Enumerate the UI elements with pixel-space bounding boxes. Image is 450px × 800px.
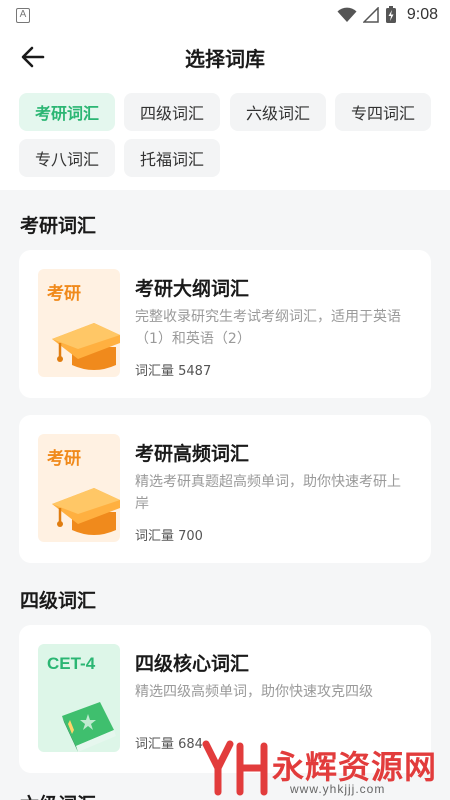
- book-description: 完整收录研究生考试考纲词汇，适用于英语（1）和英语（2）: [135, 309, 401, 347]
- book-title: 考研大纲词汇: [135, 278, 250, 300]
- category-tags: 考研词汇 四级词汇 六级词汇 专四词汇 专八词汇 托福词汇: [0, 82, 450, 190]
- book-word-count: 词汇量 684: [135, 737, 203, 752]
- book-description: 精选考研真题超高频单词，助你快速考研上岸: [135, 474, 401, 512]
- book-word-count: 词汇量 700: [135, 529, 203, 544]
- cover-label: 考研: [47, 284, 81, 304]
- book-cover: 考研: [38, 269, 120, 377]
- book-cover: 考研: [38, 434, 120, 542]
- watermark-logo: [202, 740, 268, 796]
- status-time: 9:08: [406, 6, 438, 23]
- tag-tem4[interactable]: 专四词汇: [335, 93, 431, 131]
- book-description: 精选四级高频单词，助你快速攻克四级: [135, 684, 373, 700]
- book-title: 四级核心词汇: [135, 653, 250, 675]
- app-bar: 选择词库: [0, 32, 450, 82]
- book-cover: CET-4: [38, 644, 120, 752]
- signal-icon: [362, 7, 379, 23]
- watermark: 永辉资源网 www.yhkjjj.com: [200, 738, 450, 800]
- graduation-cap-icon: [52, 323, 120, 370]
- page-title: 选择词库: [185, 47, 265, 71]
- section-title-cet4: 四级词汇: [20, 590, 97, 612]
- graduation-cap-icon: [52, 488, 120, 535]
- section-title-cet6: 六级词汇: [20, 790, 96, 800]
- status-icons: 9:08: [337, 6, 438, 24]
- status-bar: A 9:08: [0, 0, 450, 32]
- tag-cet6[interactable]: 六级词汇: [230, 93, 326, 131]
- tag-kaoyan[interactable]: 考研词汇: [19, 93, 115, 131]
- book-card-kaoyan-frequent[interactable]: 考研 考研高频词汇 精选考研真题超高频单词，助你快速考研上岸 词汇量 700: [19, 415, 431, 563]
- tag-toefl[interactable]: 托福词汇: [124, 139, 220, 177]
- wifi-icon: [337, 7, 357, 22]
- battery-charging-icon: [385, 6, 396, 23]
- watermark-url: www.yhkjjj.com: [290, 782, 386, 796]
- app-notification-icon: A: [16, 8, 30, 23]
- tag-cet4[interactable]: 四级词汇: [124, 93, 220, 131]
- section-title-kaoyan: 考研词汇: [20, 215, 97, 237]
- book-card-kaoyan-syllabus[interactable]: 考研 考研大纲词汇 完整收录研究生考试考纲词汇，适用于英语（1）和英语（2） 词…: [19, 250, 431, 398]
- book-star-icon: [62, 702, 116, 752]
- cover-label: 考研: [47, 449, 81, 469]
- tag-tem8[interactable]: 专八词汇: [19, 139, 115, 177]
- book-title: 考研高频词汇: [135, 443, 250, 465]
- book-word-count: 词汇量 5487: [135, 364, 212, 379]
- cover-label: CET-4: [47, 654, 96, 673]
